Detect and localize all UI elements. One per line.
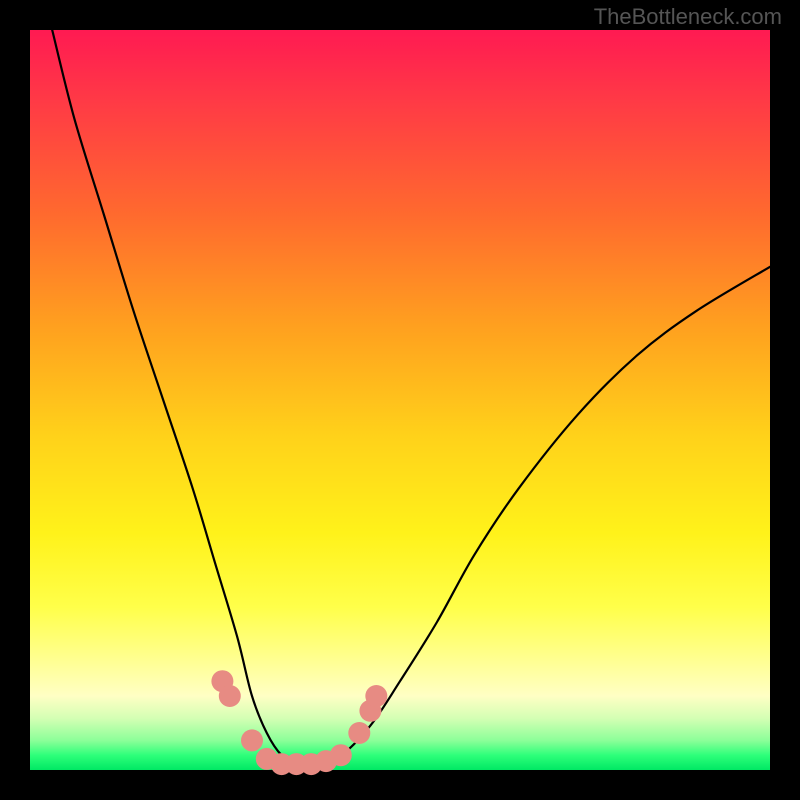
highlight-dot: [241, 729, 263, 751]
watermark-text: TheBottleneck.com: [594, 4, 782, 30]
highlight-dot: [219, 685, 241, 707]
highlight-marker-group: [211, 670, 387, 775]
highlight-dot: [365, 685, 387, 707]
highlight-dot: [330, 744, 352, 766]
chart-plot-area: [30, 30, 770, 770]
bottleneck-curve-line: [52, 30, 770, 764]
highlight-dot: [348, 722, 370, 744]
chart-svg: [30, 30, 770, 770]
